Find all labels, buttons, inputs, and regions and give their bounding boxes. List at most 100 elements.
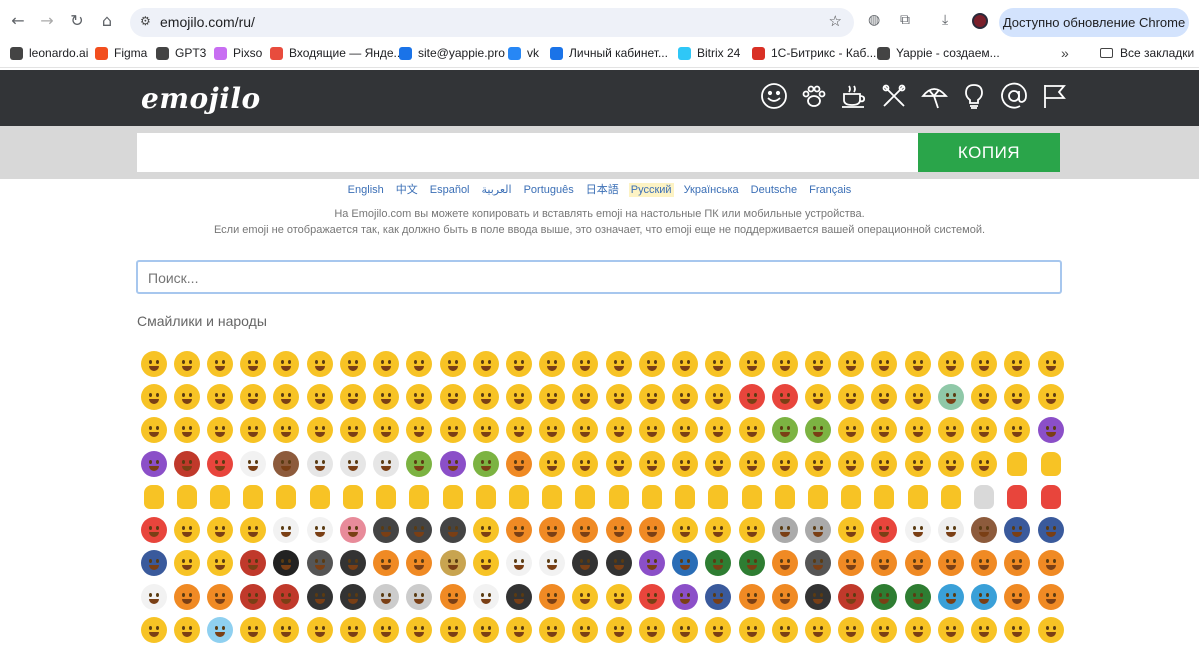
emoji-item[interactable] bbox=[502, 347, 535, 380]
emoji-item[interactable] bbox=[270, 547, 303, 580]
emoji-item[interactable] bbox=[934, 414, 967, 447]
emoji-item[interactable] bbox=[237, 613, 270, 646]
emoji-item[interactable] bbox=[237, 480, 270, 513]
emoji-item[interactable] bbox=[469, 447, 502, 480]
emoji-item[interactable] bbox=[934, 513, 967, 546]
emoji-item[interactable] bbox=[170, 414, 203, 447]
smileys-icon[interactable] bbox=[760, 82, 788, 112]
emoji-item[interactable] bbox=[934, 613, 967, 646]
emoji-item[interactable] bbox=[735, 547, 768, 580]
language-link[interactable]: Deutsche bbox=[749, 183, 799, 197]
emoji-item[interactable] bbox=[502, 380, 535, 413]
emoji-item[interactable] bbox=[436, 547, 469, 580]
emoji-item[interactable] bbox=[768, 347, 801, 380]
emoji-item[interactable] bbox=[967, 380, 1000, 413]
emoji-item[interactable] bbox=[403, 580, 436, 613]
url-text[interactable]: emojilo.com/ru/ bbox=[160, 14, 255, 30]
emoji-item[interactable] bbox=[536, 414, 569, 447]
emoji-item[interactable] bbox=[602, 580, 635, 613]
emoji-item[interactable] bbox=[469, 513, 502, 546]
emoji-item[interactable] bbox=[835, 513, 868, 546]
emoji-item[interactable] bbox=[702, 447, 735, 480]
emoji-item[interactable] bbox=[669, 414, 702, 447]
emoji-item[interactable] bbox=[801, 580, 834, 613]
emoji-item[interactable] bbox=[801, 347, 834, 380]
emoji-item[interactable] bbox=[137, 547, 170, 580]
emoji-item[interactable] bbox=[502, 513, 535, 546]
emoji-item[interactable] bbox=[967, 613, 1000, 646]
emoji-item[interactable] bbox=[270, 447, 303, 480]
emoji-item[interactable] bbox=[901, 513, 934, 546]
emoji-item[interactable] bbox=[336, 414, 369, 447]
emoji-item[interactable] bbox=[270, 580, 303, 613]
download-icon[interactable]: ⤓ bbox=[942, 12, 948, 28]
emoji-item[interactable] bbox=[635, 447, 668, 480]
emoji-item[interactable] bbox=[801, 480, 834, 513]
emoji-item[interactable] bbox=[370, 480, 403, 513]
language-link[interactable]: Українська bbox=[682, 183, 741, 197]
emoji-item[interactable] bbox=[370, 613, 403, 646]
emoji-item[interactable] bbox=[370, 547, 403, 580]
emoji-item[interactable] bbox=[934, 447, 967, 480]
emoji-item[interactable] bbox=[1034, 480, 1067, 513]
emoji-item[interactable] bbox=[669, 447, 702, 480]
emoji-item[interactable] bbox=[170, 580, 203, 613]
emoji-item[interactable] bbox=[536, 580, 569, 613]
emoji-item[interactable] bbox=[536, 613, 569, 646]
emoji-item[interactable] bbox=[170, 380, 203, 413]
emoji-item[interactable] bbox=[635, 480, 668, 513]
emoji-item[interactable] bbox=[237, 513, 270, 546]
emoji-item[interactable] bbox=[336, 480, 369, 513]
emoji-item[interactable] bbox=[436, 380, 469, 413]
emoji-item[interactable] bbox=[203, 513, 236, 546]
translate-icon[interactable]: ◍ bbox=[868, 12, 880, 28]
emoji-item[interactable] bbox=[901, 380, 934, 413]
emoji-item[interactable] bbox=[137, 513, 170, 546]
emoji-item[interactable] bbox=[536, 347, 569, 380]
emoji-item[interactable] bbox=[669, 347, 702, 380]
forward-icon[interactable]: → bbox=[37, 11, 57, 31]
emoji-item[interactable] bbox=[801, 547, 834, 580]
emoji-item[interactable] bbox=[835, 380, 868, 413]
emoji-item[interactable] bbox=[502, 480, 535, 513]
symbols-icon[interactable] bbox=[1000, 82, 1028, 112]
emoji-item[interactable] bbox=[1034, 380, 1067, 413]
emoji-item[interactable] bbox=[237, 347, 270, 380]
emoji-item[interactable] bbox=[237, 414, 270, 447]
emoji-item[interactable] bbox=[336, 513, 369, 546]
emoji-item[interactable] bbox=[403, 613, 436, 646]
home-icon[interactable]: ⌂ bbox=[97, 11, 117, 31]
emoji-item[interactable] bbox=[237, 547, 270, 580]
emoji-item[interactable] bbox=[669, 380, 702, 413]
bookmark-star-icon[interactable]: ☆ bbox=[829, 12, 842, 30]
emoji-item[interactable] bbox=[170, 447, 203, 480]
food-icon[interactable] bbox=[840, 82, 868, 112]
emoji-item[interactable] bbox=[502, 547, 535, 580]
emoji-item[interactable] bbox=[303, 547, 336, 580]
emoji-item[interactable] bbox=[137, 480, 170, 513]
emoji-item[interactable] bbox=[635, 347, 668, 380]
emoji-item[interactable] bbox=[270, 613, 303, 646]
emoji-item[interactable] bbox=[901, 414, 934, 447]
emoji-item[interactable] bbox=[1001, 414, 1034, 447]
emoji-item[interactable] bbox=[702, 547, 735, 580]
emoji-item[interactable] bbox=[1001, 513, 1034, 546]
travel-icon[interactable] bbox=[920, 82, 948, 112]
emoji-item[interactable] bbox=[336, 580, 369, 613]
bookmark-item[interactable]: Личный кабинет... bbox=[550, 46, 668, 60]
emoji-item[interactable] bbox=[303, 347, 336, 380]
emoji-item[interactable] bbox=[170, 480, 203, 513]
emoji-item[interactable] bbox=[702, 347, 735, 380]
emoji-item[interactable] bbox=[303, 380, 336, 413]
emoji-item[interactable] bbox=[203, 347, 236, 380]
emoji-item[interactable] bbox=[602, 513, 635, 546]
bookmark-item[interactable]: Входящие — Янде... bbox=[270, 46, 404, 60]
emoji-item[interactable] bbox=[237, 380, 270, 413]
emoji-item[interactable] bbox=[868, 513, 901, 546]
emoji-item[interactable] bbox=[436, 613, 469, 646]
emoji-item[interactable] bbox=[1034, 447, 1067, 480]
emoji-item[interactable] bbox=[170, 347, 203, 380]
emoji-item[interactable] bbox=[569, 513, 602, 546]
emoji-item[interactable] bbox=[370, 380, 403, 413]
emoji-item[interactable] bbox=[303, 580, 336, 613]
